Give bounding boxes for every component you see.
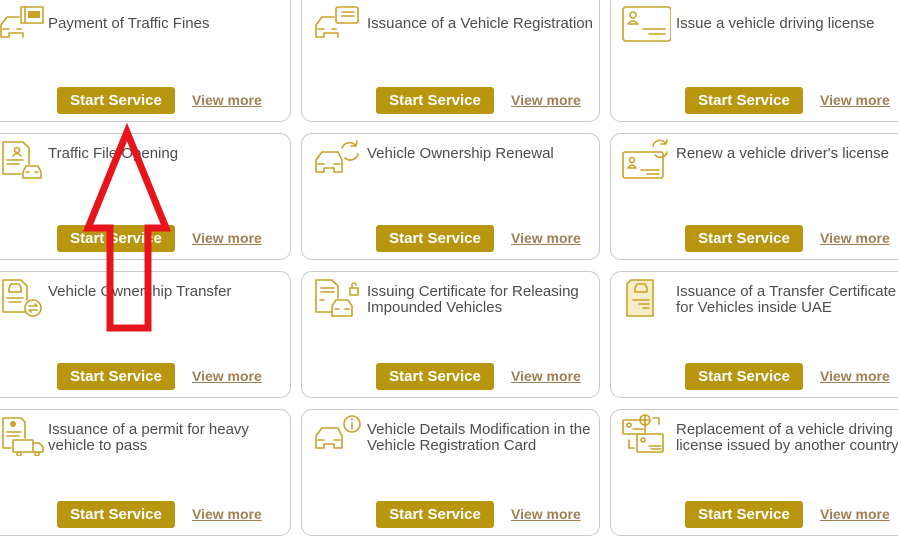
service-title: Issuance of a permit for heavy vehicle t… [48, 421, 249, 454]
car-info-icon [312, 414, 362, 456]
service-title: Vehicle Ownership Transfer [48, 283, 232, 300]
service-card-traffic-fines: Payment of Traffic Fines Start Service V… [0, 0, 291, 122]
permit-truck-icon [0, 414, 47, 457]
view-more-link[interactable]: View more [192, 368, 262, 384]
service-title: Issue a vehicle driving license [676, 15, 875, 32]
view-more-link[interactable]: View more [192, 230, 262, 246]
view-more-link[interactable]: View more [192, 506, 262, 522]
start-service-button[interactable]: Start Service [376, 87, 494, 114]
view-more-link[interactable]: View more [511, 368, 581, 384]
view-more-link[interactable]: View more [820, 92, 890, 108]
service-card-vehicle-registration: Issuance of a Vehicle Registration Start… [301, 0, 600, 122]
service-title: Vehicle Details Modification in the Vehi… [367, 421, 591, 454]
start-service-button[interactable]: Start Service [685, 225, 803, 252]
start-service-button[interactable]: Start Service [376, 363, 494, 390]
service-title: Issuance of a Vehicle Registration [367, 15, 593, 32]
service-card-transfer-certificate: Issuance of a Transfer Certificate for V… [610, 271, 898, 398]
service-card-driving-license: Issue a vehicle driving license Start Se… [610, 0, 898, 122]
start-service-button[interactable]: Start Service [57, 87, 175, 114]
view-more-link[interactable]: View more [820, 368, 890, 384]
document-transfer-icon [0, 276, 47, 318]
service-title: Payment of Traffic Fines [48, 15, 210, 32]
service-title: Renew a vehicle driver's license [676, 145, 889, 162]
service-title: Replacement of a vehicle driving license… [676, 421, 898, 454]
view-more-link[interactable]: View more [820, 230, 890, 246]
service-card-ownership-renewal: Vehicle Ownership Renewal Start Service … [301, 133, 600, 260]
service-card-vehicle-details-modification: Vehicle Details Modification in the Vehi… [301, 409, 600, 536]
start-service-button[interactable]: Start Service [685, 363, 803, 390]
view-more-link[interactable]: View more [511, 506, 581, 522]
service-title: Issuance of a Transfer Certificate for V… [676, 283, 897, 316]
license-renew-icon [621, 138, 671, 180]
view-more-link[interactable]: View more [511, 230, 581, 246]
car-registration-card-icon [312, 3, 362, 45]
certificate-car-lock-icon [312, 276, 362, 318]
start-service-button[interactable]: Start Service [57, 501, 175, 528]
license-exchange-globe-icon [621, 414, 671, 456]
start-service-button[interactable]: Start Service [57, 363, 175, 390]
service-card-foreign-license-replacement: Replacement of a vehicle driving license… [610, 409, 898, 536]
car-aed-ticket-icon [0, 3, 47, 45]
start-service-button[interactable]: Start Service [57, 225, 175, 252]
start-service-button[interactable]: Start Service [685, 501, 803, 528]
document-car-icon [0, 138, 47, 180]
view-more-link[interactable]: View more [511, 92, 581, 108]
document-car-certificate-icon [621, 276, 671, 318]
start-service-button[interactable]: Start Service [685, 87, 803, 114]
service-card-ownership-transfer: Vehicle Ownership Transfer Start Service… [0, 271, 291, 398]
service-title: Vehicle Ownership Renewal [367, 145, 554, 162]
service-card-renew-license: Renew a vehicle driver's license Start S… [610, 133, 898, 260]
car-renew-icon [312, 138, 362, 180]
service-title: Issuing Certificate for Releasing Impoun… [367, 283, 579, 316]
service-card-traffic-file: Traffic File Opening Start Service View … [0, 133, 291, 260]
service-card-heavy-vehicle-permit: Issuance of a permit for heavy vehicle t… [0, 409, 291, 536]
view-more-link[interactable]: View more [820, 506, 890, 522]
start-service-button[interactable]: Start Service [376, 501, 494, 528]
driving-license-card-icon [621, 3, 672, 45]
service-title: Traffic File Opening [48, 145, 179, 162]
view-more-link[interactable]: View more [192, 92, 262, 108]
start-service-button[interactable]: Start Service [376, 225, 494, 252]
service-card-impounded-certificate: Issuing Certificate for Releasing Impoun… [301, 271, 600, 398]
